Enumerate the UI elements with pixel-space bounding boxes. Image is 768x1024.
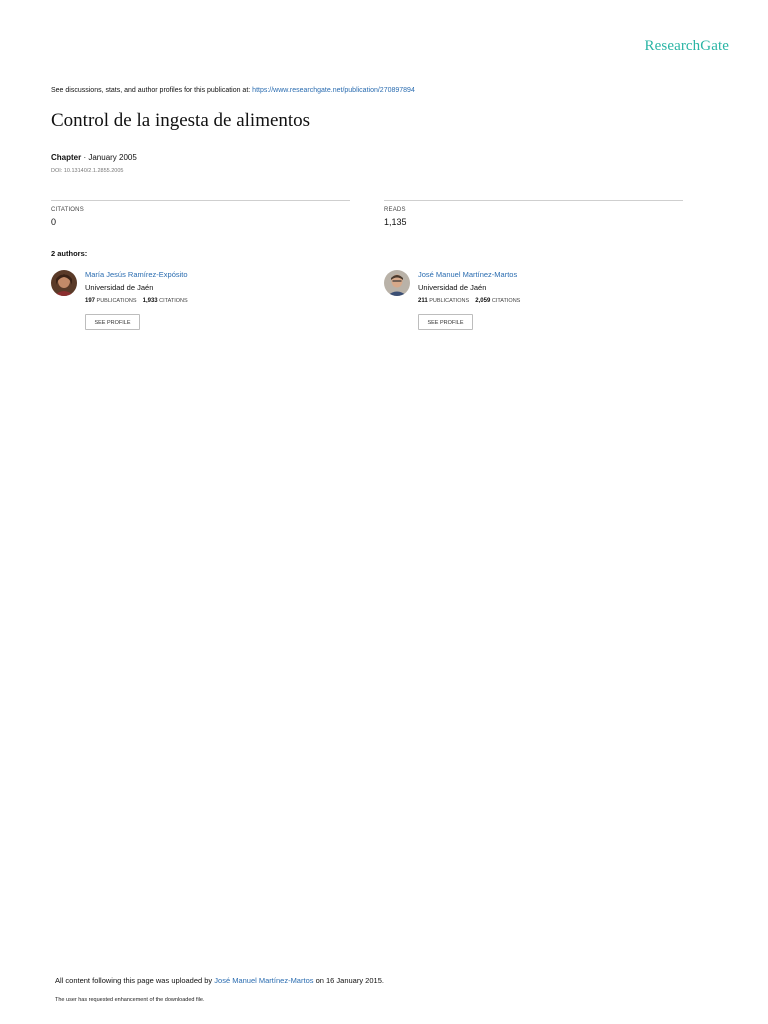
author-stats: 211 PUBLICATIONS 2,059 CITATIONS [418,298,520,304]
upload-prefix: All content following this page was uplo… [55,976,215,985]
upload-notice: All content following this page was uplo… [55,976,384,985]
author-avatar[interactable] [51,270,77,296]
author-publications-label: PUBLICATIONS [96,298,137,304]
author-citations-count: 2,059 [475,298,491,304]
author-name-link[interactable]: María Jesús Ramírez-Expósito [85,270,188,279]
reads-value: 1,135 [384,217,407,227]
author-card: José Manuel Martínez-Martos Universidad … [384,269,684,339]
citations-value: 0 [51,217,57,227]
avatar-photo-icon [51,270,77,296]
author-citations-label: CITATIONS [159,298,188,304]
doi-text: DOI: 10.13140/2.1.2855.2005 [51,168,124,174]
author-publications-count: 211 [418,298,428,304]
see-profile-button[interactable]: SEE PROFILE [85,314,140,330]
publication-title: Control de la ingesta de alimentos [51,110,311,131]
avatar-photo-icon [384,270,410,296]
discussion-prefix: See discussions, stats, and author profi… [51,87,253,94]
author-publications-label: PUBLICATIONS [429,298,470,304]
enhancement-notice: The user has requested enhancement of th… [55,997,205,1003]
publication-link[interactable]: https://www.researchgate.net/publication… [252,87,415,94]
author-institution: Universidad de Jaén [418,283,487,292]
author-citations-count: 1,933 [142,298,158,304]
publication-date: · January 2005 [81,153,137,162]
author-publications-count: 197 [85,298,96,304]
discussion-notice: See discussions, stats, and author profi… [51,87,415,94]
reads-divider [384,200,683,201]
uploader-link[interactable]: José Manuel Martínez-Martos [214,976,313,985]
author-avatar[interactable] [384,270,410,296]
citations-divider [51,200,350,201]
author-institution: Universidad de Jaén [85,283,154,292]
authors-heading: 2 authors: [51,249,88,258]
citations-label: CITATIONS [51,207,84,213]
reads-label: READS [384,207,406,213]
author-stats: 197 PUBLICATIONS 1,933 CITATIONS [85,298,188,304]
publication-meta: Chapter · January 2005 [51,153,137,162]
author-citations-label: CITATIONS [491,298,521,304]
upload-suffix: on 16 January 2015. [313,976,384,985]
publication-type: Chapter [51,153,82,162]
author-name-link[interactable]: José Manuel Martínez-Martos [418,270,517,279]
researchgate-logo[interactable]: ResearchGate [645,38,729,55]
see-profile-button[interactable]: SEE PROFILE [418,314,473,330]
author-card: María Jesús Ramírez-Expósito Universidad… [51,269,351,339]
